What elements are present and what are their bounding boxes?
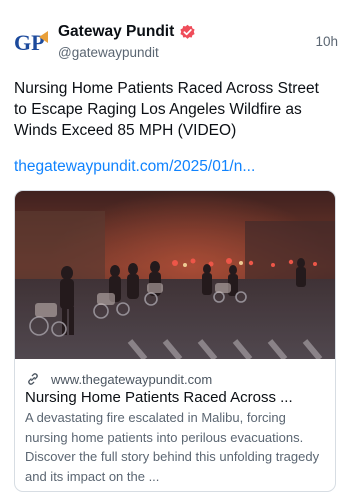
verified-badge-icon	[180, 24, 195, 39]
link-icon	[28, 373, 38, 385]
post-header: GP Gateway Pundit @gatewaypundit 10h	[12, 22, 338, 66]
avatar[interactable]: GP	[12, 22, 52, 62]
card-title[interactable]: Nursing Home Patients Raced Across ...	[25, 388, 329, 408]
author-name-row: Gateway Pundit	[58, 23, 196, 41]
author-handle[interactable]: @gatewaypundit	[58, 45, 159, 60]
post-text: Nursing Home Patients Raced Across Stree…	[14, 80, 319, 139]
card-image[interactable]	[15, 191, 335, 359]
post-timestamp[interactable]: 10h	[315, 34, 338, 49]
post-link[interactable]: thegatewaypundit.com/2025/01/n...	[14, 156, 336, 177]
author-display-name[interactable]: Gateway Pundit	[58, 23, 174, 41]
svg-text:GP: GP	[14, 30, 45, 55]
card-description: A devastating fire escalated in Malibu, …	[25, 410, 320, 484]
link-preview-card[interactable]: www.thegatewaypundit.com Nursing Home Pa…	[14, 190, 336, 492]
wildfire-evacuation-photo	[15, 191, 335, 359]
card-domain: www.thegatewaypundit.com	[51, 371, 213, 387]
gateway-pundit-logo-icon: GP	[14, 30, 48, 55]
card-meta: www.thegatewaypundit.com	[25, 371, 212, 387]
